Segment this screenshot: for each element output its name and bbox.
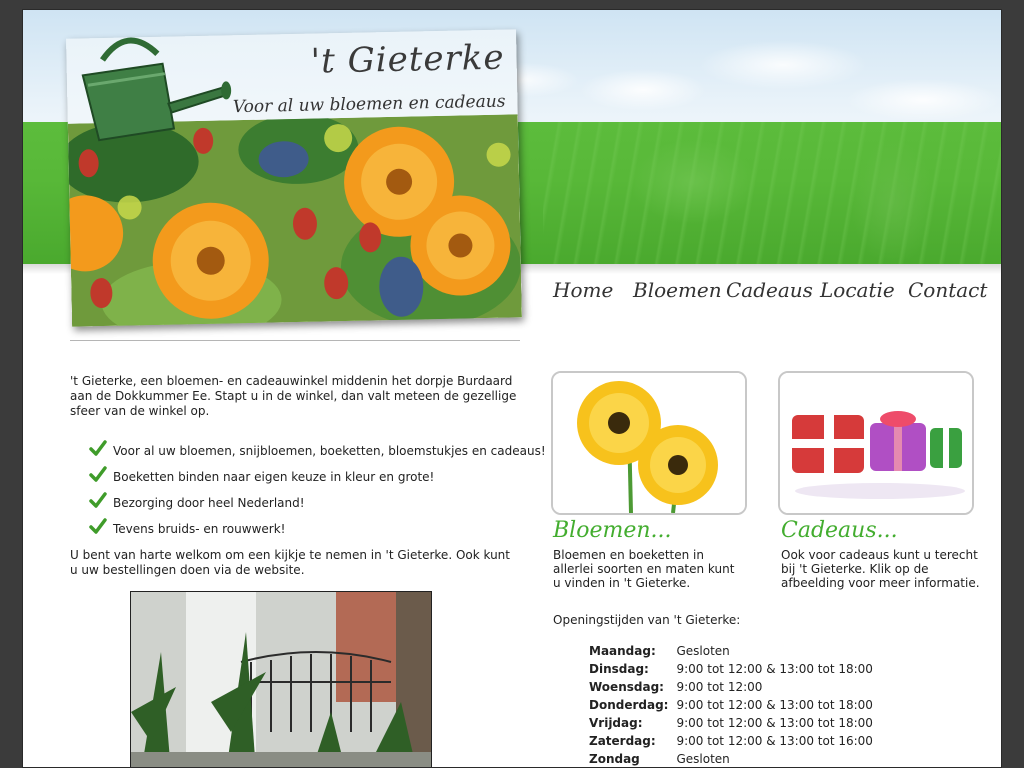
- day-cell: Zondag: [589, 752, 640, 766]
- watering-can-icon: [81, 37, 232, 142]
- check-icon: [89, 440, 107, 456]
- list-item: Boeketten binden naar eigen keuze in kle…: [89, 464, 529, 490]
- nav-locatie[interactable]: Locatie: [820, 278, 895, 302]
- time-cell: 9:00 tot 12:00 & 13:00 tot 18:00: [676, 698, 873, 712]
- table-row: Donderdag: 9:00 tot 12:00 & 13:00 tot 18:…: [587, 696, 877, 714]
- cadeaus-description: Ook voor cadeaus kunt u terecht bij 't G…: [781, 548, 980, 590]
- opening-hours-title: Openingstijden van 't Gieterke:: [553, 613, 741, 627]
- site-logo-card[interactable]: 't Gieterke Voor al uw bloemen en cadeau…: [66, 29, 522, 327]
- bloemen-card[interactable]: [551, 371, 747, 515]
- check-icon: [89, 466, 107, 482]
- time-cell: 9:00 tot 12:00 & 13:00 tot 16:00: [676, 734, 873, 748]
- day-cell: Zaterdag:: [589, 734, 656, 748]
- table-row: Woensdag: 9:00 tot 12:00: [587, 678, 877, 696]
- time-cell: 9:00 tot 12:00: [676, 680, 763, 694]
- intro-text: 't Gieterke, een bloemen- en cadeauwinke…: [70, 374, 517, 418]
- time-cell: Gesloten: [676, 752, 730, 766]
- day-cell: Dinsdag:: [589, 662, 649, 676]
- time-cell: 9:00 tot 12:00 & 13:00 tot 18:00: [676, 662, 873, 676]
- bloemen-heading[interactable]: Bloemen...: [553, 518, 672, 543]
- list-item: Bezorging door heel Nederland!: [89, 490, 529, 516]
- welcome-text: U bent van harte welkom om een kijkje te…: [70, 548, 510, 577]
- list-item-text: Tevens bruids- en rouwwerk!: [113, 522, 286, 536]
- nav-contact[interactable]: Contact: [908, 278, 987, 302]
- site-tagline: Voor al uw bloemen en cadeaus: [232, 91, 506, 118]
- cadeaus-heading[interactable]: Cadeaus...: [781, 518, 898, 543]
- list-item: Voor al uw bloemen, snijbloemen, boekett…: [89, 438, 546, 464]
- time-cell: Gesloten: [676, 644, 730, 658]
- nav-cadeaus[interactable]: Cadeaus: [726, 278, 813, 302]
- list-item: Tevens bruids- en rouwwerk!: [89, 516, 529, 542]
- day-cell: Vrijdag:: [589, 716, 643, 730]
- shop-interior-photo: [130, 591, 432, 767]
- opening-hours-table: Maandag: Gesloten Dinsdag: 9:00 tot 12:00 …: [587, 642, 877, 767]
- check-icon: [89, 518, 107, 534]
- gift-boxes-image: [780, 373, 972, 513]
- day-cell: Woensdag:: [589, 680, 664, 694]
- feature-list: Voor al uw bloemen, snijbloemen, boekett…: [89, 438, 546, 542]
- day-cell: Donderdag:: [589, 698, 669, 712]
- gerbera-flowers-image: [553, 373, 745, 513]
- check-icon: [89, 492, 107, 508]
- table-row: Vrijdag: 9:00 tot 12:00 & 13:00 tot 18:00: [587, 714, 877, 732]
- nav-bloemen[interactable]: Bloemen: [633, 278, 722, 302]
- site-title: 't Gieterke: [310, 37, 505, 82]
- table-row: Zaterdag: 9:00 tot 12:00 & 13:00 tot 16:0…: [587, 732, 877, 750]
- cadeaus-card[interactable]: [778, 371, 974, 515]
- page: 't Gieterke Voor al uw bloemen en cadeau…: [22, 9, 1002, 768]
- time-cell: 9:00 tot 12:00 & 13:00 tot 18:00: [676, 716, 873, 730]
- content-divider: [70, 340, 520, 341]
- list-item-text: Bezorging door heel Nederland!: [113, 496, 305, 510]
- bloemen-description: Bloemen en boeketten in allerlei soorten…: [553, 548, 735, 590]
- table-row: Dinsdag: 9:00 tot 12:00 & 13:00 tot 18:00: [587, 660, 877, 678]
- day-cell: Maandag:: [589, 644, 656, 658]
- main-nav: Home Bloemen Cadeaus Locatie Contact: [551, 278, 987, 308]
- table-row: Maandag: Gesloten: [587, 642, 877, 660]
- list-item-text: Voor al uw bloemen, snijbloemen, boekett…: [113, 444, 546, 458]
- table-row: Zondag Gesloten: [587, 750, 877, 767]
- list-item-text: Boeketten binden naar eigen keuze in kle…: [113, 470, 435, 484]
- header-plants-decoration: [543, 122, 1001, 264]
- nav-home[interactable]: Home: [553, 278, 613, 302]
